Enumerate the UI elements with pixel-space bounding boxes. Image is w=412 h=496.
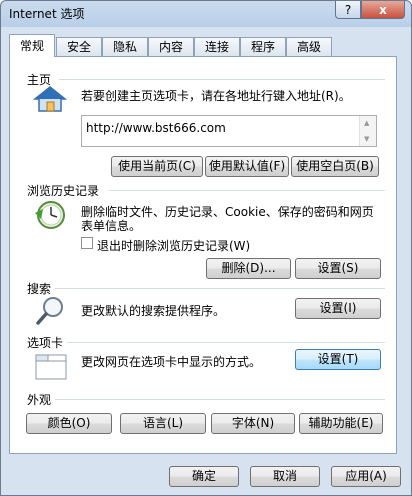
history-clock-icon	[35, 201, 65, 229]
fonts-button[interactable]: 字体(N)	[211, 413, 295, 434]
divider	[55, 399, 385, 400]
help-button[interactable]: ?	[335, 1, 361, 19]
divider	[59, 79, 385, 80]
search-description: 更改默认的搜索提供程序。	[81, 304, 226, 318]
homepage-url-field[interactable]: http://www.bst666.com ▲ ▼	[81, 115, 377, 147]
tabs-section-title: 选项卡	[27, 334, 68, 351]
internet-options-dialog: Internet 选项 ? x 常规 安全 隐私 内容 连接 程序 高级 主页 …	[0, 0, 412, 496]
divider	[65, 342, 385, 343]
magnifier-icon	[36, 297, 63, 325]
tabs-description: 更改网页在选项卡中显示的方式。	[81, 355, 262, 369]
history-settings-button[interactable]: 设置(S)	[295, 258, 381, 279]
tabs-icon	[35, 354, 67, 380]
homepage-url-value[interactable]: http://www.bst666.com	[86, 121, 226, 135]
history-section-title: 浏览历史记录	[27, 182, 104, 199]
scroll-down-icon[interactable]: ▼	[364, 135, 369, 143]
accessibility-button[interactable]: 辅助功能(E)	[299, 413, 383, 434]
tab-connections[interactable]: 连接	[194, 37, 240, 56]
apply-button[interactable]: 应用(A)	[331, 466, 401, 487]
house-icon	[33, 86, 67, 112]
delete-history-button[interactable]: 删除(D)...	[206, 258, 291, 279]
cancel-button[interactable]: 取消	[250, 466, 320, 487]
window-title: Internet 选项	[9, 7, 85, 21]
use-current-page-button[interactable]: 使用当前页(C)	[111, 156, 203, 177]
search-settings-button[interactable]: 设置(I)	[295, 298, 381, 319]
languages-button[interactable]: 语言(L)	[120, 413, 206, 434]
appearance-section-title: 外观	[27, 391, 56, 408]
tab-general[interactable]: 常规	[9, 34, 55, 57]
close-button[interactable]: x	[361, 1, 405, 19]
tab-security[interactable]: 安全	[56, 37, 102, 56]
use-blank-button[interactable]: 使用空白页(B)	[291, 156, 379, 177]
history-description-line2: 表单信息。	[81, 219, 142, 233]
ok-button[interactable]: 确定	[169, 466, 239, 487]
divider	[55, 288, 385, 289]
divider	[109, 190, 385, 191]
tab-privacy[interactable]: 隐私	[102, 37, 148, 56]
delete-on-exit-checkbox[interactable]	[81, 237, 93, 249]
homepage-description: 若要创建主页选项卡，请在各地址行键入地址(R)。	[81, 89, 351, 103]
tab-programs[interactable]: 程序	[240, 37, 286, 56]
title-bar[interactable]: Internet 选项 ? x	[1, 1, 411, 25]
tab-advanced[interactable]: 高级	[286, 37, 332, 56]
scroll-up-icon[interactable]: ▲	[364, 119, 369, 127]
use-default-button[interactable]: 使用默认值(F)	[205, 156, 289, 177]
tabs-settings-button[interactable]: 设置(T)	[295, 349, 381, 370]
colors-button[interactable]: 颜色(O)	[26, 413, 112, 434]
tab-content[interactable]: 内容	[148, 37, 194, 56]
delete-on-exit-label[interactable]: 退出时删除浏览历史记录(W)	[97, 237, 250, 254]
url-field-scrollbar[interactable]: ▲ ▼	[359, 116, 376, 146]
